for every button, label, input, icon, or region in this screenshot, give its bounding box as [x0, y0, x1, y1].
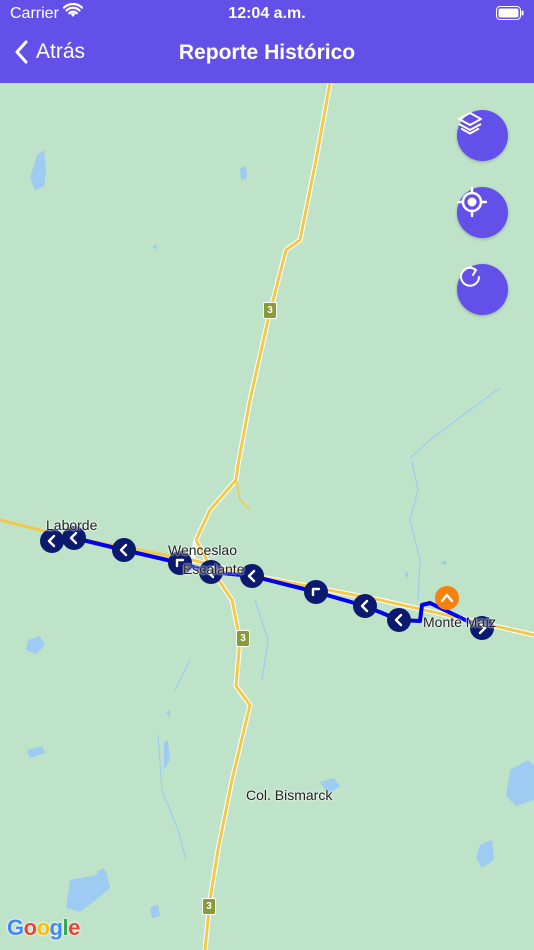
place-label-escalante: Escalante	[183, 561, 245, 577]
route-point-marker[interactable]	[387, 608, 411, 632]
crosshair-icon	[457, 187, 487, 217]
route-point-marker[interactable]	[112, 538, 136, 562]
place-label-monte-maiz: Monte Maíz	[423, 614, 497, 630]
current-position-marker[interactable]	[435, 586, 459, 610]
route-shield: 3	[236, 630, 250, 647]
google-logo: Google	[7, 915, 80, 940]
route-point-marker[interactable]	[353, 594, 377, 618]
layers-button[interactable]	[457, 110, 508, 161]
map-view[interactable]: 3 3 3 Laborde Wenceslao Escalante Monte …	[0, 83, 534, 950]
route-shield: 3	[263, 302, 277, 319]
layers-icon	[458, 112, 482, 135]
clock-label: 12:04 a.m.	[228, 5, 306, 22]
battery-icon	[496, 6, 524, 25]
refresh-button[interactable]	[457, 264, 508, 315]
route-shield: 3	[202, 898, 216, 915]
navigation-bar: Atrás Reporte Histórico	[0, 28, 534, 83]
page-title: Reporte Histórico	[178, 41, 356, 64]
status-bar: Carrier 12:04 a.m.	[0, 0, 534, 28]
place-label-wenceslao: Wenceslao	[168, 542, 238, 558]
route-point-marker[interactable]	[304, 580, 328, 604]
place-label-laborde: Laborde	[46, 517, 98, 533]
my-location-button[interactable]	[457, 187, 508, 238]
refresh-icon	[460, 266, 480, 287]
place-label-col-bismarck: Col. Bismarck	[246, 787, 333, 803]
